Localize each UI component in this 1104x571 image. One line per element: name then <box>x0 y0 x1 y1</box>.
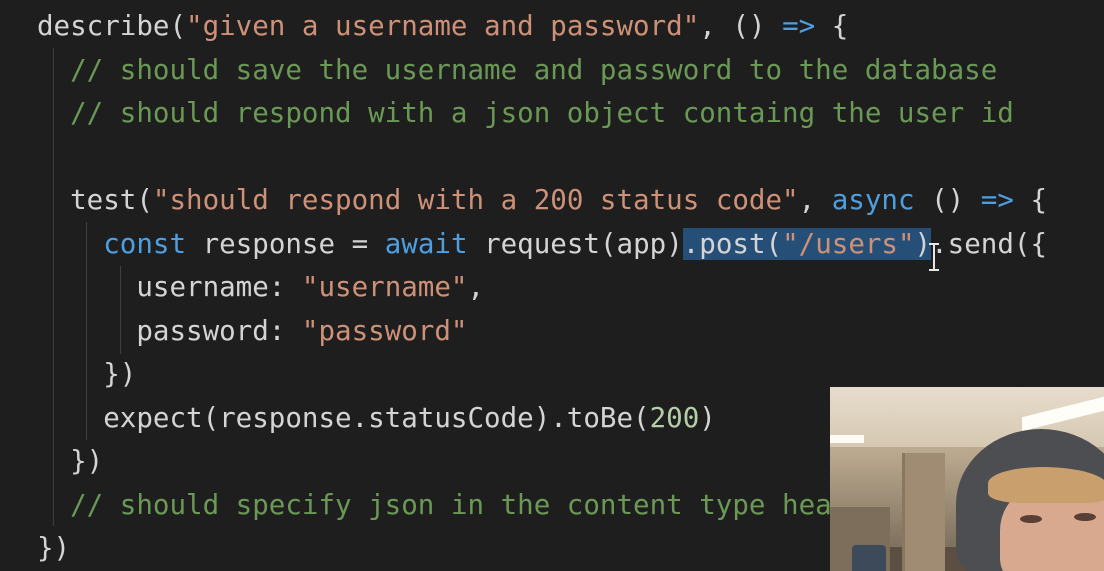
code-token: password: <box>37 314 302 347</box>
code-line[interactable]: test("should respond with a 200 status c… <box>37 179 1047 222</box>
code-line[interactable]: username: "username", <box>37 266 484 309</box>
code-token: // should specify json in the content ty… <box>37 488 832 521</box>
code-line[interactable]: password: "password" <box>37 310 467 353</box>
code-token: "username" <box>301 271 468 303</box>
code-token: () <box>914 184 981 216</box>
webcam-door <box>902 453 945 571</box>
code-token: response = <box>186 227 385 260</box>
code-token: { <box>815 10 849 42</box>
code-line[interactable]: }) <box>37 527 70 570</box>
selected-token: .post( <box>682 227 783 260</box>
code-line[interactable]: expect(response.statusCode).toBe(200) <box>37 397 716 440</box>
code-token: , <box>467 271 485 303</box>
code-token: request(app) <box>467 227 683 260</box>
code-token: async <box>831 184 915 216</box>
code-token: }) <box>37 358 137 390</box>
code-token: .send({ <box>931 227 1048 260</box>
text-cursor-icon <box>929 243 939 271</box>
presenter-hair <box>988 467 1104 503</box>
code-token: test( <box>37 184 153 216</box>
code-token: 200 <box>649 401 700 434</box>
presenter-eye <box>1074 513 1096 521</box>
code-line[interactable]: // should specify json in the content ty… <box>37 484 832 527</box>
code-token: // should respond with a json object con… <box>37 97 1014 129</box>
code-token: "given a username and password" <box>186 10 700 42</box>
code-token: => <box>980 184 1014 216</box>
code-token: => <box>782 10 816 42</box>
code-token: "password" <box>301 314 468 347</box>
webcam-overlay <box>830 387 1104 571</box>
code-token: // should save the username and password… <box>37 53 998 86</box>
code-line[interactable]: const response = await request(app).post… <box>37 223 1047 266</box>
code-line[interactable]: // should respond with a json object con… <box>37 92 1014 135</box>
code-token: expect(response.statusCode).toBe( <box>37 401 650 434</box>
code-token: "should respond with a 200 status code" <box>152 184 799 216</box>
presenter-eye <box>1020 515 1042 523</box>
code-token: , () <box>699 10 783 42</box>
code-token: username: <box>37 271 302 303</box>
webcam-chair <box>852 545 886 571</box>
code-token: { <box>1013 184 1048 216</box>
code-token: , <box>798 184 832 216</box>
code-token: ) <box>699 401 716 434</box>
ceiling-light <box>830 435 864 443</box>
code-line[interactable]: // should save the username and password… <box>37 49 997 92</box>
code-token: const <box>103 227 187 260</box>
code-token: describe( <box>37 10 187 42</box>
code-line[interactable]: describe("given a username and password"… <box>37 5 848 48</box>
code-line[interactable]: }) <box>37 440 103 483</box>
selected-token: "/users" <box>782 227 915 260</box>
code-token: await <box>384 227 468 260</box>
code-line[interactable]: }) <box>37 353 136 396</box>
code-token: }) <box>37 445 104 477</box>
code-token: }) <box>37 532 71 564</box>
